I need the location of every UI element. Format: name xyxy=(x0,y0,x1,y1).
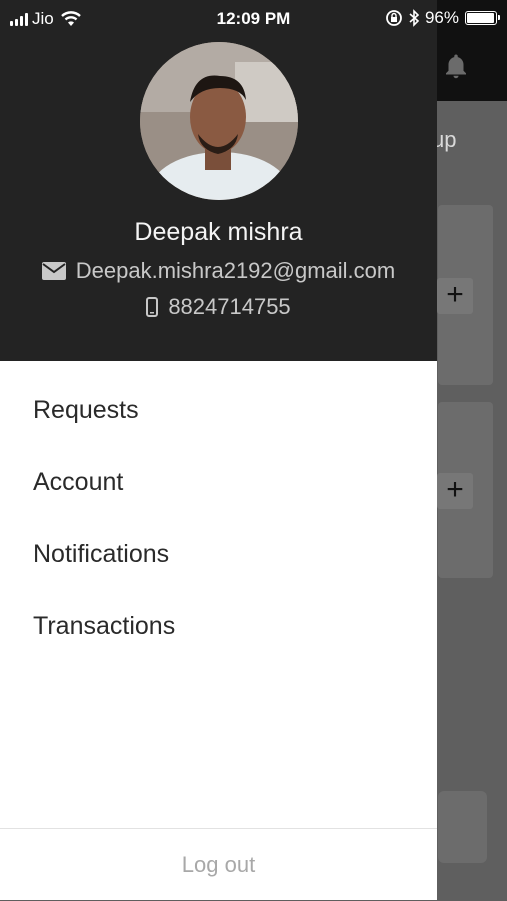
profile-header: Deepak mishra Deepak.mishra2192@gmail.co… xyxy=(0,0,437,361)
menu-item-transactions[interactable]: Transactions xyxy=(0,577,437,649)
bluetooth-icon xyxy=(409,9,419,27)
profile-email-row: Deepak.mishra2192@gmail.com xyxy=(0,258,437,284)
menu-item-notifications[interactable]: Notifications xyxy=(0,505,437,577)
mail-icon xyxy=(41,262,66,280)
status-bar-right: 96% xyxy=(385,8,500,28)
battery-percent: 96% xyxy=(424,8,459,27)
profile-email: Deepak.mishra2192@gmail.com xyxy=(75,258,396,283)
profile-name: Deepak mishra xyxy=(134,218,303,246)
profile-phone-row: 8824714755 xyxy=(0,294,437,320)
menu-item-requests[interactable]: Requests xyxy=(0,361,437,433)
logout-button[interactable]: Log out xyxy=(0,829,437,900)
profile-photo xyxy=(140,42,298,200)
battery-level xyxy=(467,13,494,23)
profile-phone: 8824714755 xyxy=(168,294,291,319)
background-bottom-button[interactable] xyxy=(438,791,487,863)
drawer-menu: Requests Account Notifications Transacti… xyxy=(0,361,437,649)
mobile-phone-icon xyxy=(146,297,159,317)
avatar xyxy=(140,42,298,200)
background-add-button[interactable]: + xyxy=(437,473,473,509)
background-add-button[interactable]: + xyxy=(437,278,473,314)
status-bar: Jio 12:09 PM 96% xyxy=(0,0,507,36)
orientation-lock-icon xyxy=(386,10,402,26)
battery-icon xyxy=(465,11,500,25)
bell-icon[interactable] xyxy=(441,52,471,82)
navigation-drawer: Deepak mishra Deepak.mishra2192@gmail.co… xyxy=(0,0,437,900)
menu-item-account[interactable]: Account xyxy=(0,433,437,505)
